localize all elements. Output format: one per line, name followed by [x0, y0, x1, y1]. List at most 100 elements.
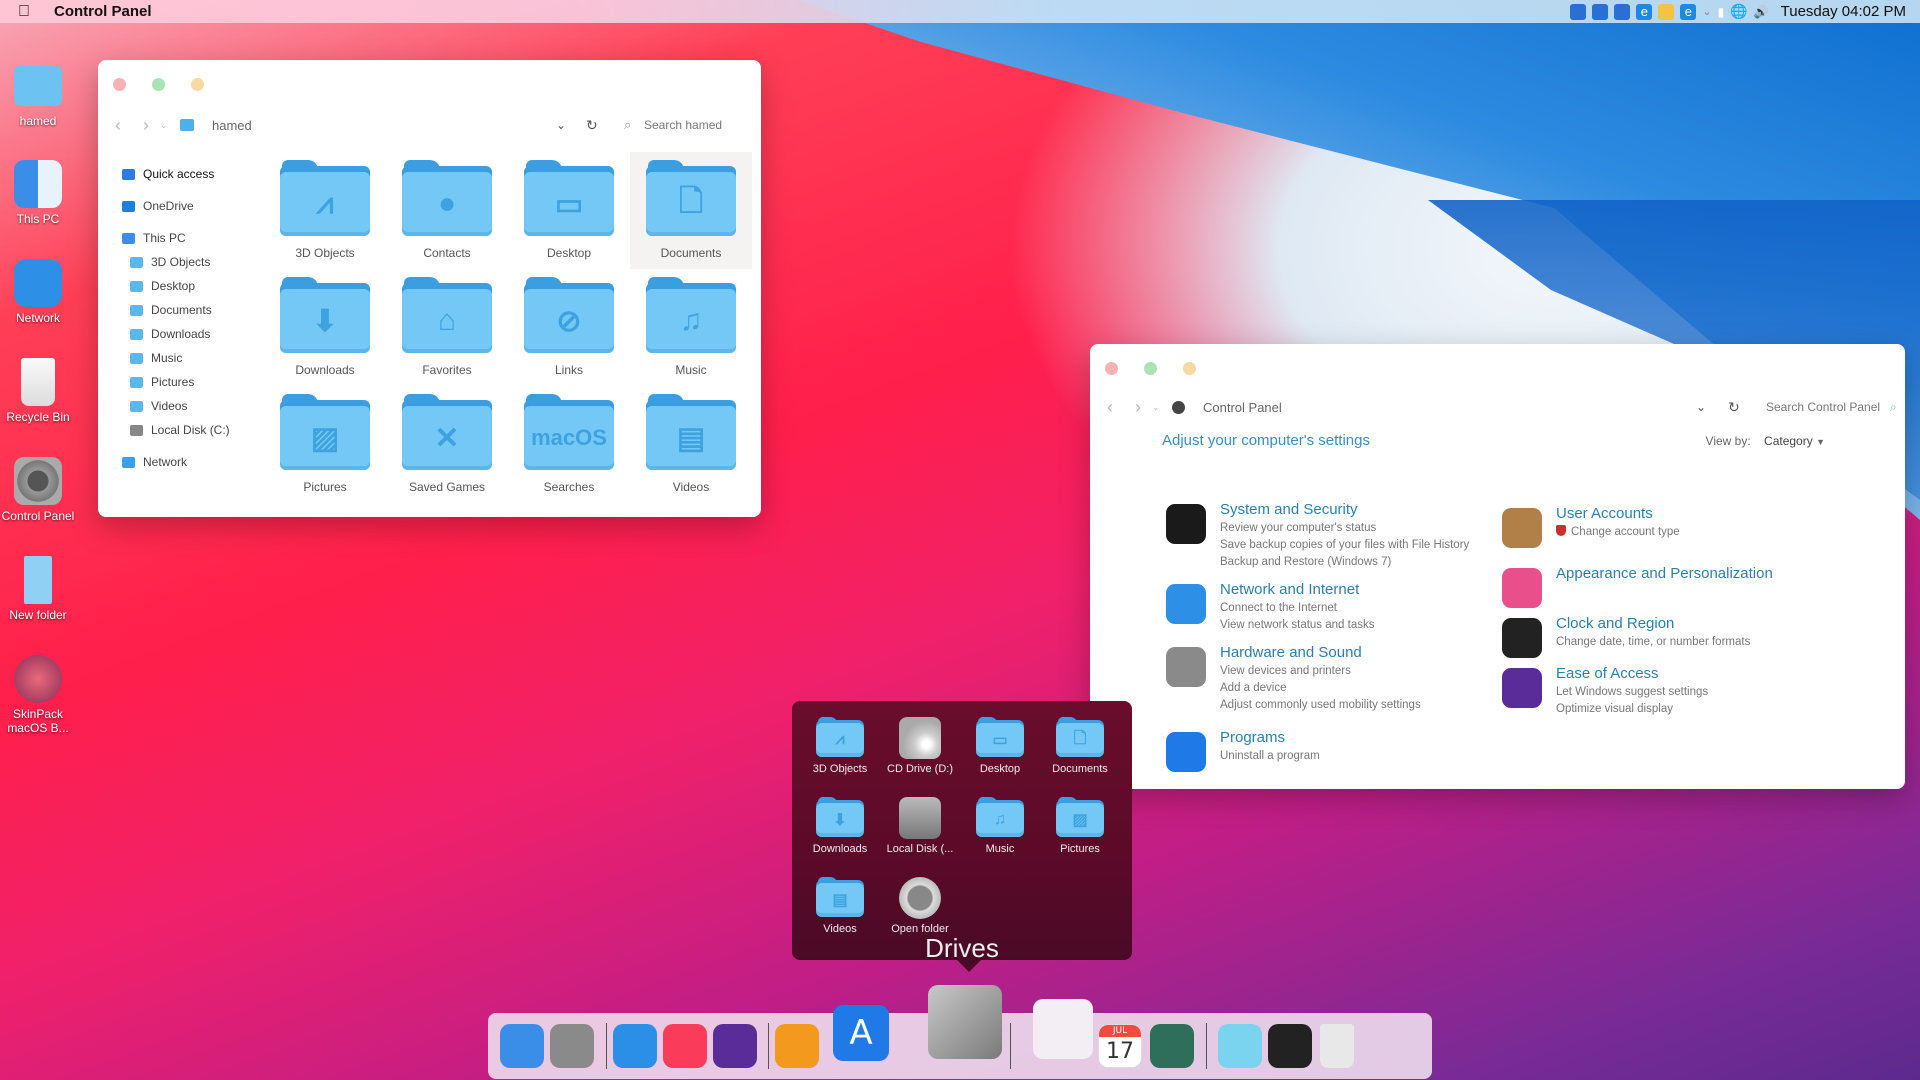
task-link[interactable]: Change date, time, or number formats	[1556, 634, 1750, 651]
search-input[interactable]: Search Control Panel	[1766, 400, 1880, 414]
category-title-link[interactable]: Hardware and Sound	[1220, 643, 1421, 663]
folder-item-desktop[interactable]: ▭ Desktop	[508, 152, 630, 269]
sidebar-item-network[interactable]: Network	[122, 450, 252, 474]
contacts-icon[interactable]	[1502, 508, 1542, 548]
recent-locations-chevron-icon[interactable]: ⌄	[160, 120, 174, 131]
refresh-icon[interactable]: ↻	[586, 117, 598, 134]
folder-item-links[interactable]: ⊘ Links	[508, 269, 630, 386]
sidebar-item-quick-access[interactable]: Quick access	[122, 162, 252, 186]
sidebar-item-onedrive[interactable]: OneDrive	[122, 194, 252, 218]
desktop-icon-recycle-bin[interactable]: Recycle Bin	[0, 358, 76, 424]
time-machine-icon[interactable]	[1150, 1024, 1194, 1068]
clock[interactable]: Tuesday 04:02 PM	[1781, 3, 1906, 20]
sidebar-item-this-pc[interactable]: This PC	[122, 226, 252, 250]
edge-icon[interactable]: e	[1636, 3, 1653, 20]
accessibility-icon[interactable]	[1166, 647, 1206, 687]
network-icon[interactable]: 🌐	[1730, 3, 1747, 20]
volume-icon[interactable]: 🔊	[1754, 5, 1769, 19]
drive-item-cd-drive-d[interactable]: CD Drive (D:)	[880, 717, 960, 797]
close-button[interactable]	[1105, 362, 1118, 375]
desktop-icon-network[interactable]: Network	[0, 259, 76, 325]
forward-button[interactable]: ›	[1124, 397, 1152, 418]
task-link[interactable]: Change account type	[1571, 526, 1680, 538]
app-icon[interactable]	[1570, 3, 1587, 20]
app-title[interactable]: Control Panel	[54, 3, 152, 20]
finder-icon[interactable]	[500, 1024, 544, 1068]
sidebar-item-desktop[interactable]: Desktop	[122, 274, 252, 298]
task-link[interactable]: Adjust commonly used mobility settings	[1220, 697, 1421, 714]
folder-item-videos[interactable]: ▤ Videos	[630, 386, 752, 503]
task-link[interactable]: Optimize visual display	[1556, 701, 1708, 718]
desktop-icon-this-pc[interactable]: This PC	[0, 160, 76, 226]
drive-item-desktop[interactable]: ▭ Desktop	[960, 717, 1040, 797]
address-dropdown-chevron-icon[interactable]: ⌄	[556, 118, 566, 132]
siri-icon[interactable]	[1502, 668, 1542, 708]
sidebar-item-3d-objects[interactable]: 3D Objects	[122, 250, 252, 274]
category-title-link[interactable]: System and Security	[1220, 500, 1469, 520]
folder-item-documents[interactable]: 🗋 Documents	[630, 152, 752, 269]
folder-item-pictures[interactable]: ▨ Pictures	[264, 386, 386, 503]
sidebar-item-music[interactable]: Music	[122, 346, 252, 370]
folder-icon[interactable]	[1218, 1024, 1262, 1068]
minimize-button[interactable]	[1183, 362, 1196, 375]
app-store-icon[interactable]	[1166, 732, 1206, 772]
desktop-icon-hamed[interactable]: hamed	[0, 62, 76, 128]
category-title-link[interactable]: Ease of Access	[1556, 664, 1708, 684]
folder-item-music[interactable]: ♫ Music	[630, 269, 752, 386]
sidebar-item-local-disk-c[interactable]: Local Disk (C:)	[122, 418, 252, 442]
home-icon[interactable]	[775, 1024, 819, 1068]
maximize-button[interactable]	[152, 78, 165, 91]
address-path[interactable]: hamed	[212, 118, 252, 133]
clock-icon[interactable]	[1502, 618, 1542, 658]
calendar-icon[interactable]: JUL 17	[1098, 1024, 1142, 1068]
task-link[interactable]: Save backup copies of your files with Fi…	[1220, 537, 1469, 554]
minimize-button[interactable]	[191, 78, 204, 91]
folder-item-saved-games[interactable]: ✕ Saved Games	[386, 386, 508, 503]
app-icon[interactable]	[1592, 3, 1609, 20]
drive-item-pictures[interactable]: ▨ Pictures	[1040, 797, 1120, 877]
task-link[interactable]: Add a device	[1220, 680, 1421, 697]
edge-icon[interactable]: e	[1680, 3, 1697, 20]
launchpad-icon[interactable]	[1033, 999, 1093, 1059]
task-link[interactable]: Let Windows suggest settings	[1556, 684, 1708, 701]
back-button[interactable]: ‹	[104, 115, 132, 136]
sidebar-item-documents[interactable]: Documents	[122, 298, 252, 322]
chevron-down-icon[interactable]: ⌄	[1702, 5, 1711, 18]
desktop-icon-skinpack[interactable]: SkinPack macOS B...	[0, 655, 76, 735]
task-link[interactable]: Uninstall a program	[1220, 748, 1320, 765]
drive-item-3d-objects[interactable]: ⩘ 3D Objects	[800, 717, 880, 797]
siri-icon[interactable]	[713, 1024, 757, 1068]
search-input[interactable]: Search hamed	[644, 118, 722, 132]
category-title-link[interactable]: Clock and Region	[1556, 614, 1750, 634]
sidebar-item-downloads[interactable]: Downloads	[122, 322, 252, 346]
drive-item-documents[interactable]: 🗋 Documents	[1040, 717, 1120, 797]
category-title-link[interactable]: User Accounts	[1556, 504, 1680, 524]
task-link[interactable]: Backup and Restore (Windows 7)	[1220, 554, 1469, 571]
view-by-dropdown[interactable]: Category	[1764, 434, 1813, 448]
address-dropdown-chevron-icon[interactable]: ⌄	[1696, 400, 1706, 414]
music-icon[interactable]	[663, 1024, 707, 1068]
task-link[interactable]: View network status and tasks	[1220, 617, 1374, 634]
recent-locations-chevron-icon[interactable]: ⌄	[1152, 402, 1166, 413]
forward-button[interactable]: ›	[132, 115, 160, 136]
maximize-button[interactable]	[1144, 362, 1157, 375]
close-button[interactable]	[113, 78, 126, 91]
task-link[interactable]: View devices and printers	[1220, 663, 1421, 680]
drives-icon[interactable]	[928, 985, 1002, 1059]
desktop-icon-control-panel[interactable]: Control Panel	[0, 457, 76, 523]
app-store-icon[interactable]: A	[833, 1005, 889, 1061]
app-icon[interactable]	[1614, 3, 1631, 20]
apple-icon[interactable]: 	[18, 3, 38, 21]
task-link[interactable]: Connect to the Internet	[1220, 600, 1374, 617]
task-link[interactable]: Review your computer's status	[1220, 520, 1469, 537]
activity-monitor-icon[interactable]	[1166, 504, 1206, 544]
folder-item-searches[interactable]: macOS Searches	[508, 386, 630, 503]
wifi-icon[interactable]	[1166, 584, 1206, 624]
drive-item-downloads[interactable]: ⬇ Downloads	[800, 797, 880, 877]
desktop-icon-new-folder[interactable]: New folder	[0, 556, 76, 622]
search-icon[interactable]: ⌕	[1890, 400, 1897, 415]
system-preferences-icon[interactable]	[550, 1024, 594, 1068]
sidebar-item-pictures[interactable]: Pictures	[122, 370, 252, 394]
folder-item-3d-objects[interactable]: ⩘ 3D Objects	[264, 152, 386, 269]
folder-item-contacts[interactable]: ● Contacts	[386, 152, 508, 269]
